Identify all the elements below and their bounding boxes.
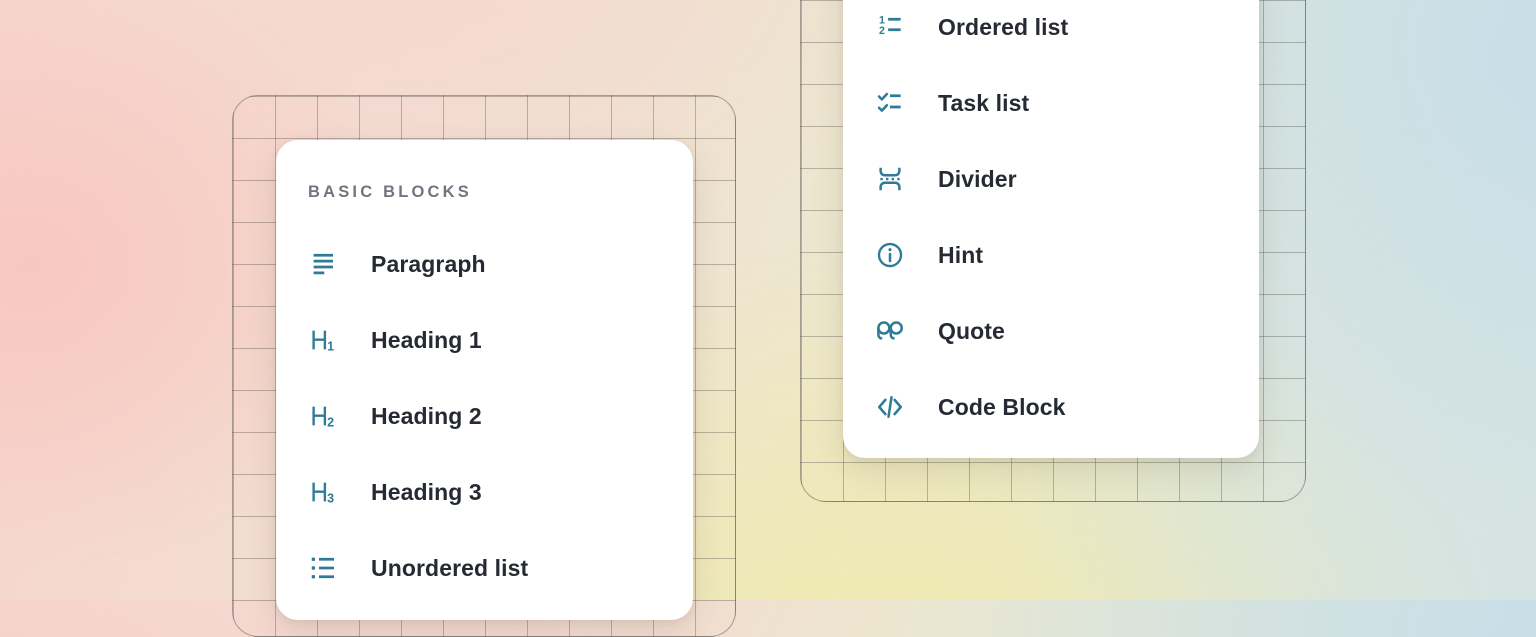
menu-item-heading-3[interactable]: 3 Heading 3: [308, 472, 663, 512]
unordered-list-icon: [308, 553, 338, 583]
menu-item-label: Hint: [938, 242, 983, 269]
menu-item-unordered-list[interactable]: Unordered list: [308, 548, 663, 588]
svg-text:3: 3: [327, 492, 334, 506]
ordered-list-icon: 12: [875, 12, 905, 42]
menu-item-paragraph[interactable]: Paragraph: [308, 244, 663, 284]
menu-item-task-list[interactable]: Task list: [875, 83, 1229, 123]
quote-icon: [875, 316, 905, 346]
menu-item-label: Task list: [938, 90, 1029, 117]
menu-item-ordered-list[interactable]: 12 Ordered list: [875, 7, 1229, 47]
menu-item-label: Heading 2: [371, 403, 482, 430]
menu-item-label: Heading 1: [371, 327, 482, 354]
menu-item-label: Ordered list: [938, 14, 1068, 41]
section-title: BASIC BLOCKS: [308, 182, 663, 202]
menu-item-label: Quote: [938, 318, 1005, 345]
svg-text:1: 1: [327, 340, 334, 354]
svg-text:2: 2: [879, 25, 885, 37]
menu-item-label: Divider: [938, 166, 1017, 193]
menu-item-code-block[interactable]: Code Block: [875, 387, 1229, 427]
hint-icon: [875, 240, 905, 270]
menu-item-label: Unordered list: [371, 555, 528, 582]
divider-icon: [875, 164, 905, 194]
task-list-icon: [875, 88, 905, 118]
menu-item-label: Code Block: [938, 394, 1066, 421]
menu-item-heading-1[interactable]: 1 Heading 1: [308, 320, 663, 360]
basic-blocks-menu-card: BASIC BLOCKS Paragraph 1 Heading 1 2 Hea…: [276, 140, 693, 620]
blocks-menu-card-continued: 12 Ordered list Task list Divider Hint: [843, 0, 1259, 458]
menu-item-heading-2[interactable]: 2 Heading 2: [308, 396, 663, 436]
menu-item-quote[interactable]: Quote: [875, 311, 1229, 351]
menu-item-label: Paragraph: [371, 251, 486, 278]
menu-item-hint[interactable]: Hint: [875, 235, 1229, 275]
code-block-icon: [875, 392, 905, 422]
menu-item-label: Heading 3: [371, 479, 482, 506]
paragraph-icon: [308, 249, 338, 279]
heading-3-icon: 3: [308, 477, 338, 507]
heading-2-icon: 2: [308, 401, 338, 431]
svg-text:2: 2: [327, 416, 334, 430]
heading-1-icon: 1: [308, 325, 338, 355]
menu-item-divider[interactable]: Divider: [875, 159, 1229, 199]
